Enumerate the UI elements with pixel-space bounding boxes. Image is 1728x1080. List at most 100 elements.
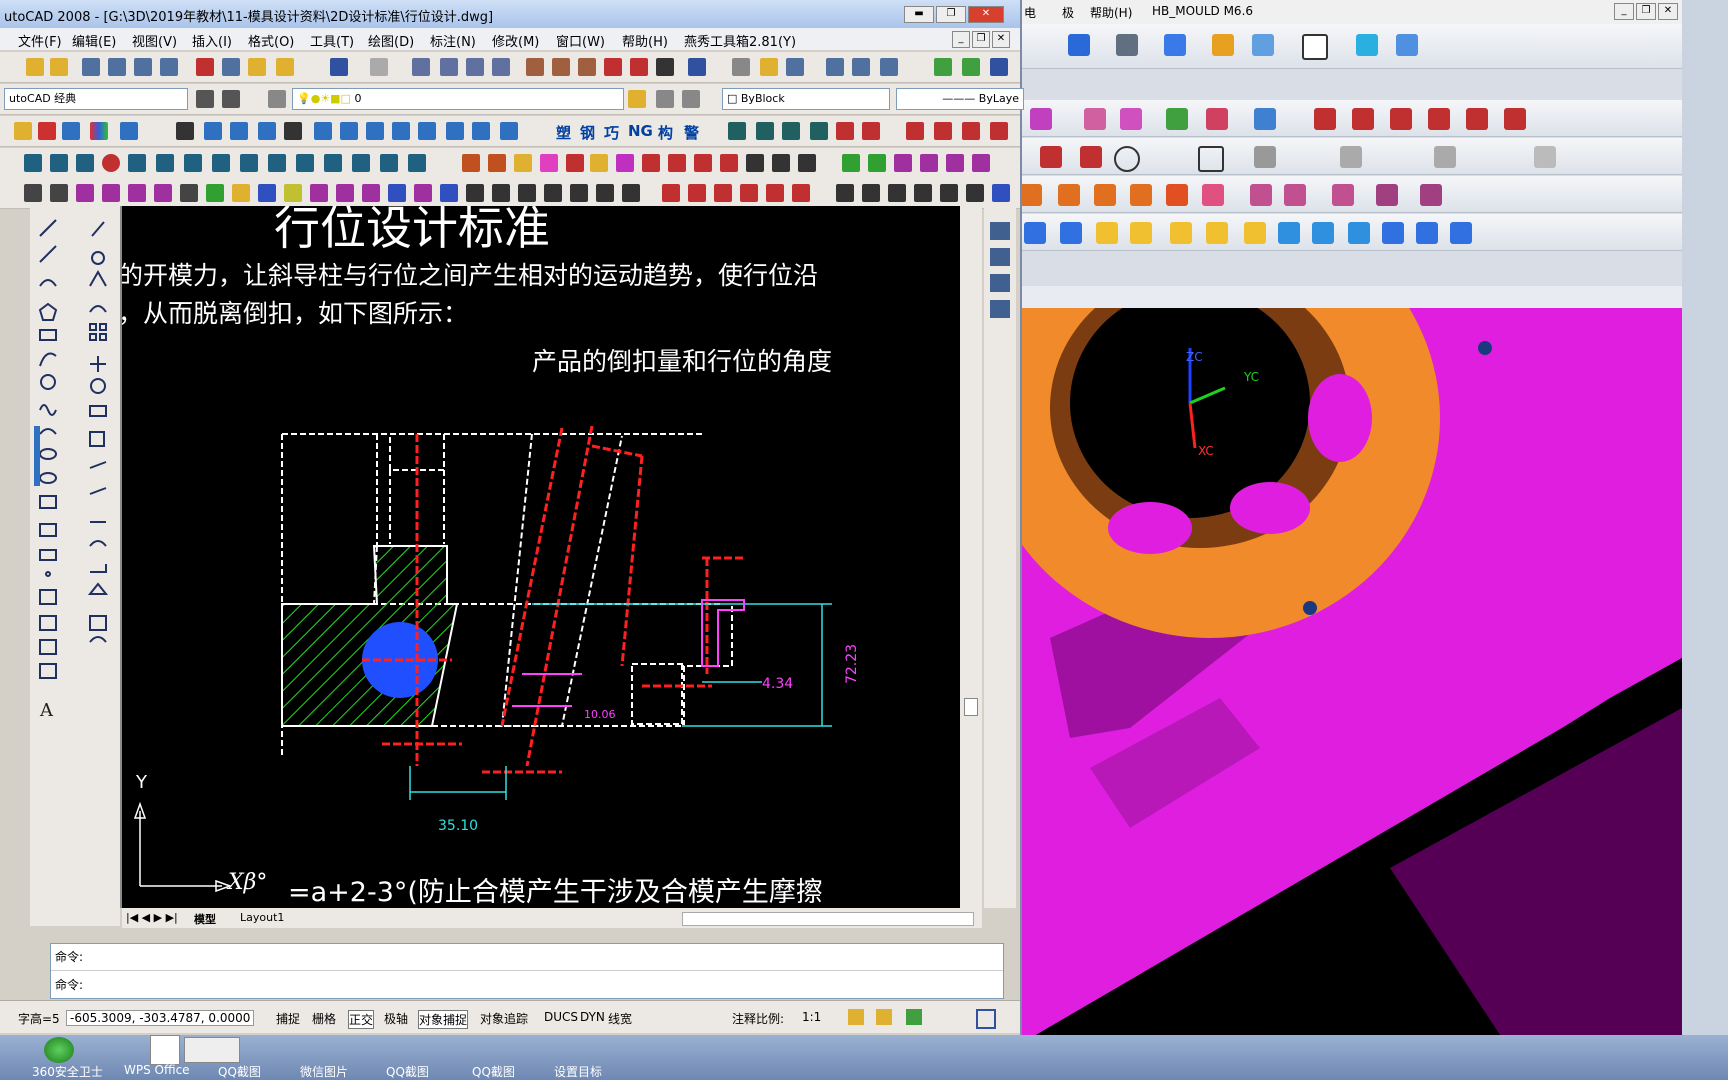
zoom-window-icon[interactable] — [466, 58, 484, 76]
toggle-otrack[interactable]: 对象追踪 — [480, 1010, 528, 1027]
layer-manager-icon[interactable] — [268, 90, 286, 108]
taskbar-item[interactable]: QQ截图 — [218, 1063, 261, 1080]
plot-preview-icon[interactable] — [826, 58, 844, 76]
help-icon[interactable] — [688, 58, 706, 76]
horizontal-scrollbar[interactable] — [682, 912, 974, 926]
tool-icon[interactable] — [258, 184, 276, 202]
tool-icon[interactable] — [268, 154, 286, 172]
color-combo[interactable]: □ ByBlock — [722, 88, 890, 110]
tool-icon[interactable] — [366, 122, 384, 140]
body-icon[interactable] — [1278, 222, 1300, 244]
toolbox-text-button[interactable]: 巧 — [604, 122, 619, 143]
markup-icon[interactable] — [630, 58, 648, 76]
color-icon[interactable] — [90, 122, 108, 140]
display-icon[interactable] — [1302, 34, 1328, 60]
mold-tool-icon[interactable] — [1284, 184, 1306, 206]
tool-icon[interactable] — [352, 154, 370, 172]
tool-icon[interactable] — [392, 122, 410, 140]
tool-icon[interactable] — [990, 222, 1010, 240]
tool-icon[interactable] — [940, 184, 958, 202]
mold-tool-icon[interactable] — [1130, 184, 1152, 206]
design-center-icon[interactable] — [552, 58, 570, 76]
minimize-icon[interactable]: ▬ — [904, 6, 934, 23]
menu-view[interactable]: 视图(V) — [132, 31, 177, 50]
cube-view-icon[interactable] — [1164, 34, 1186, 56]
print-icon[interactable] — [82, 58, 100, 76]
tool-icon[interactable] — [694, 154, 712, 172]
cone-icon[interactable] — [1416, 222, 1438, 244]
mold-tool-icon[interactable] — [1420, 184, 1442, 206]
workspace-combo[interactable]: utoCAD 经典 — [4, 88, 188, 110]
toggle-ducs[interactable]: DUCS — [544, 1010, 578, 1024]
minimize-icon[interactable]: _ — [1614, 3, 1634, 20]
tool-icon[interactable] — [258, 122, 276, 140]
tab-layout1[interactable]: Layout1 — [240, 911, 284, 924]
toggle-polar[interactable]: 极轴 — [384, 1010, 408, 1027]
tool-icon[interactable] — [570, 184, 588, 202]
circle-icon[interactable] — [1114, 146, 1140, 172]
tool-icon[interactable] — [540, 154, 558, 172]
pan-icon[interactable] — [412, 58, 430, 76]
tool-icon[interactable] — [862, 184, 880, 202]
tool-icon[interactable] — [720, 154, 738, 172]
tool-icon[interactable] — [622, 184, 640, 202]
tool-icon[interactable] — [102, 154, 120, 172]
tool-icon[interactable] — [418, 122, 436, 140]
tool-icon[interactable] — [596, 184, 614, 202]
tool-icon[interactable] — [616, 154, 634, 172]
drawing-canvas[interactable]: 行位设计标准 的开模力，让斜导柱与行位之间产生相对的运动趋势，使行位沿 ，从而脱… — [122, 206, 960, 908]
tool-icon[interactable] — [798, 154, 816, 172]
tool-icon[interactable] — [492, 184, 510, 202]
tool-icon[interactable] — [362, 184, 380, 202]
match-properties-icon[interactable] — [276, 58, 294, 76]
tool-icon[interactable] — [746, 154, 764, 172]
nx-menu-item[interactable]: 极 — [1062, 4, 1074, 21]
nx-menu-item[interactable]: HB_MOULD M6.6 — [1152, 4, 1253, 18]
paint-icon[interactable] — [962, 58, 980, 76]
restore-icon[interactable]: ❐ — [936, 6, 966, 23]
taskbar-item[interactable]: 设置目标 — [554, 1063, 602, 1080]
doc-restore-icon[interactable]: ❐ — [972, 31, 990, 48]
plot-icon[interactable] — [160, 58, 178, 76]
shade-icon[interactable] — [1116, 34, 1138, 56]
tool-icon[interactable] — [756, 122, 774, 140]
menu-tools[interactable]: 工具(T) — [310, 31, 354, 50]
tool-icon[interactable] — [154, 184, 172, 202]
sheet-set-icon[interactable] — [604, 58, 622, 76]
menu-window[interactable]: 窗口(W) — [556, 31, 605, 50]
tool-icon[interactable] — [50, 184, 68, 202]
tool-icon[interactable] — [24, 154, 42, 172]
tool-icon[interactable] — [102, 184, 120, 202]
tool-icon[interactable] — [184, 154, 202, 172]
tool-icon[interactable] — [24, 184, 42, 202]
tool-icon[interactable] — [446, 122, 464, 140]
tool-icon[interactable] — [240, 154, 258, 172]
mold-tool-icon[interactable] — [1332, 184, 1354, 206]
feature-icon[interactable] — [1166, 108, 1188, 130]
menu-draw[interactable]: 绘图(D) — [368, 31, 414, 50]
toolbox-text-button[interactable]: 钢 — [580, 122, 595, 143]
tool-icon[interactable] — [962, 122, 980, 140]
feature-icon[interactable] — [1120, 108, 1142, 130]
tool-icon[interactable] — [50, 154, 68, 172]
tool-icon[interactable] — [518, 184, 536, 202]
feature-icon[interactable] — [1030, 108, 1052, 130]
zoom-previous-icon[interactable] — [492, 58, 510, 76]
menu-yanxiu-toolbox[interactable]: 燕秀工具箱2.81(Y) — [684, 31, 796, 50]
block-icon[interactable] — [14, 122, 32, 140]
tool-icon[interactable] — [766, 184, 784, 202]
cut-icon[interactable] — [196, 58, 214, 76]
mold-tool-icon[interactable] — [1094, 184, 1116, 206]
layer-current-icon[interactable] — [682, 90, 700, 108]
tool-icon[interactable] — [466, 184, 484, 202]
toggle-dyn[interactable]: DYN — [580, 1010, 605, 1024]
tool-icon[interactable] — [500, 122, 518, 140]
mold-tool-icon[interactable] — [1020, 184, 1042, 206]
tool-icon[interactable] — [868, 154, 886, 172]
tool-icon[interactable] — [810, 122, 828, 140]
tool-icon[interactable] — [888, 184, 906, 202]
scrollbar-thumb[interactable] — [964, 698, 978, 716]
orient-icon[interactable] — [1356, 34, 1378, 56]
tool-icon[interactable] — [836, 184, 854, 202]
tool-icon[interactable] — [296, 154, 314, 172]
